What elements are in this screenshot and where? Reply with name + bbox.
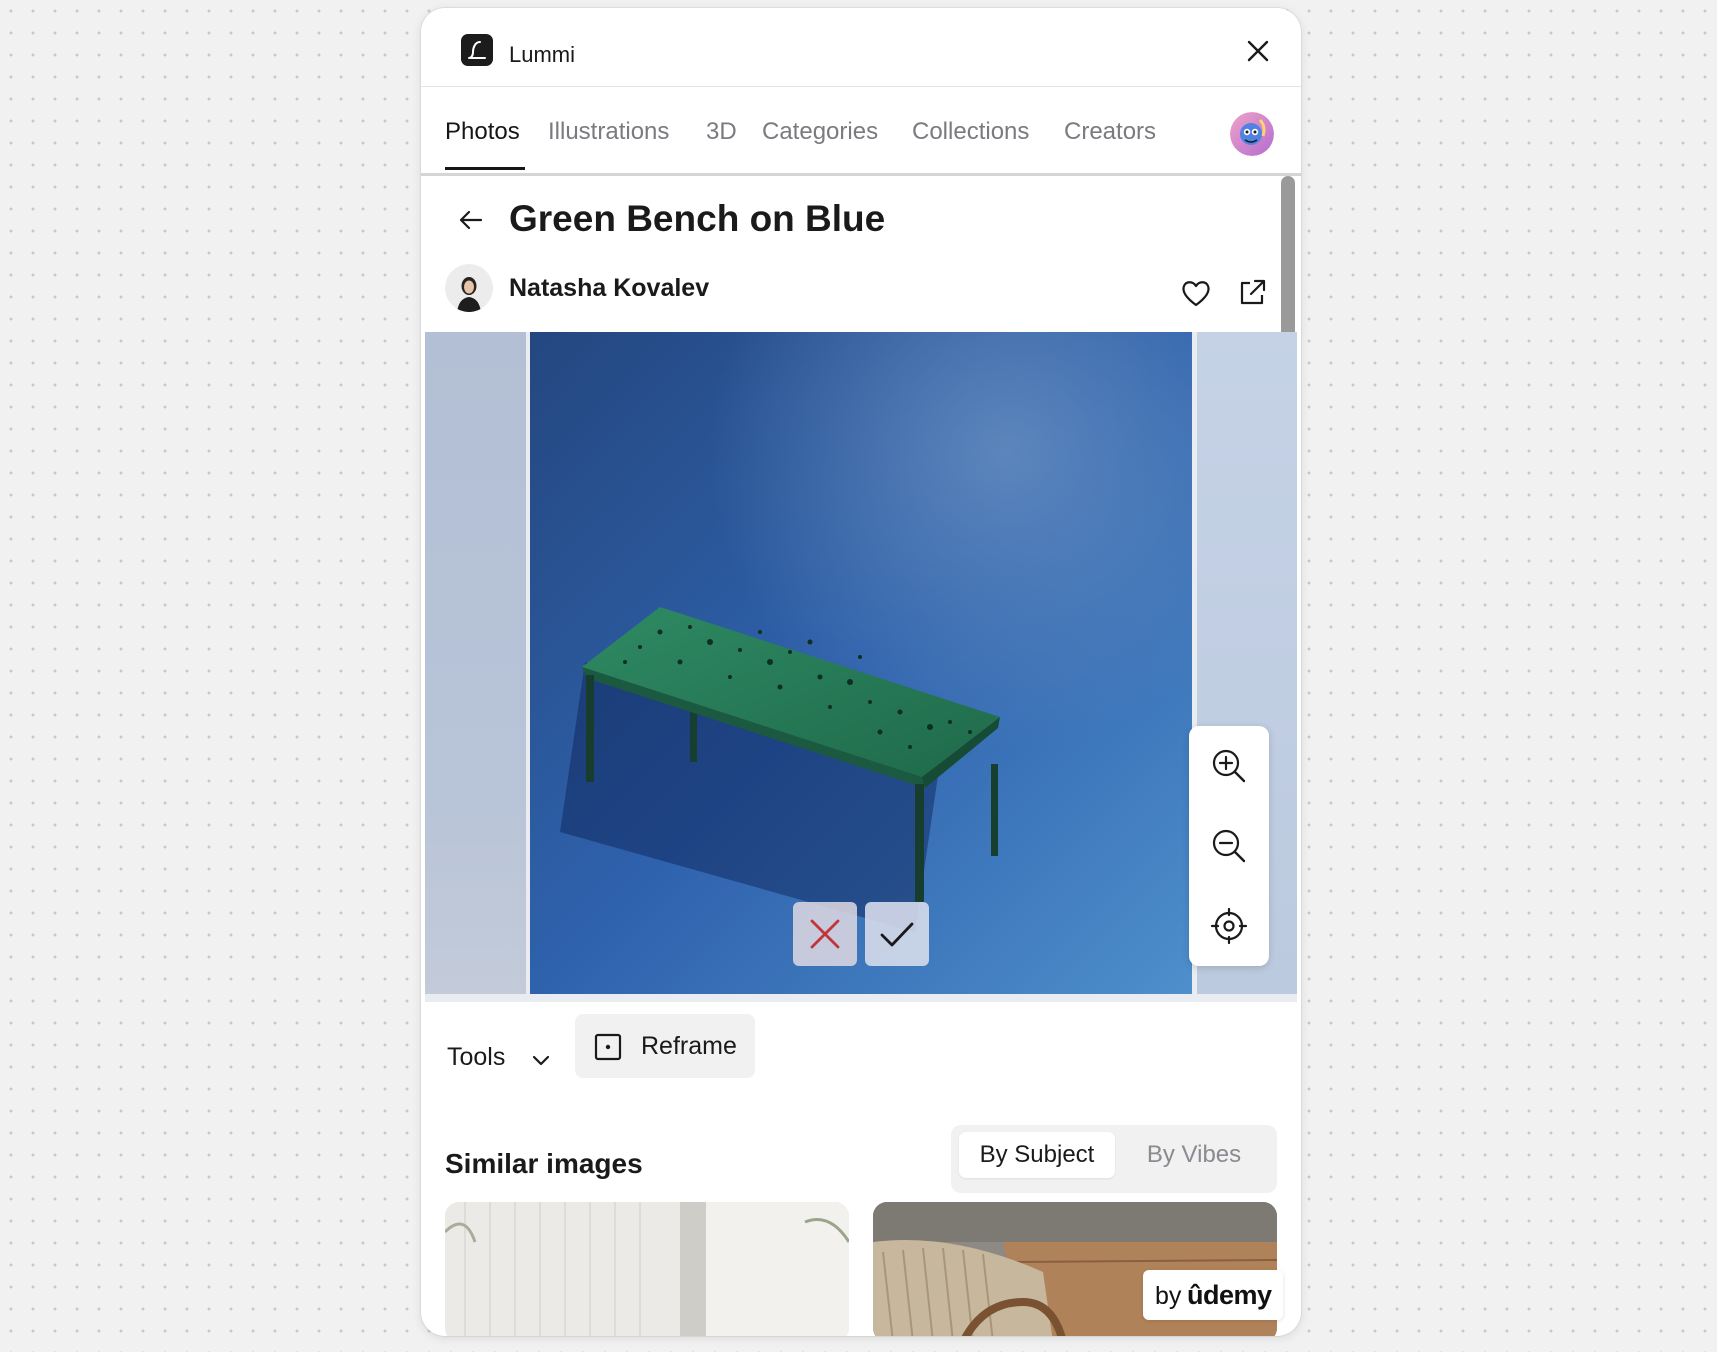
tools-dropdown[interactable]: Tools	[447, 1038, 557, 1078]
x-icon	[810, 919, 840, 949]
active-tab-indicator	[445, 167, 525, 170]
photo-image[interactable]	[530, 332, 1192, 994]
frame-icon	[594, 1033, 622, 1061]
zoom-out-button[interactable]	[1207, 824, 1251, 868]
close-button[interactable]	[1241, 34, 1275, 68]
filter-by-subject[interactable]: By Subject	[959, 1132, 1115, 1178]
back-button[interactable]	[453, 202, 489, 238]
cancel-reframe-button[interactable]	[793, 902, 857, 966]
confirm-reframe-button[interactable]	[865, 902, 929, 966]
external-link-icon	[1240, 279, 1266, 305]
zoom-in-icon	[1212, 749, 1246, 783]
author-avatar[interactable]	[445, 264, 493, 312]
recenter-button[interactable]	[1207, 904, 1251, 948]
heart-icon	[1182, 281, 1210, 307]
reframe-button[interactable]: Reframe	[575, 1014, 755, 1078]
lummi-panel: Lummi Photos Illustrations 3D Categories…	[421, 8, 1301, 1336]
lummi-logo	[461, 34, 493, 66]
filter-by-vibes[interactable]: By Vibes	[1117, 1132, 1271, 1178]
tools-label: Tools	[447, 1043, 506, 1071]
close-icon	[1247, 40, 1269, 62]
similar-images-heading: Similar images	[445, 1148, 643, 1179]
badge-by-text: by	[1155, 1282, 1182, 1310]
app-title: Lummi	[509, 42, 576, 67]
reframe-overlay-left	[425, 332, 526, 994]
arrow-left-icon	[459, 210, 483, 230]
tab-photos[interactable]: Photos	[445, 118, 520, 146]
main-nav-tabs: Photos Illustrations 3D Categories Colle…	[421, 87, 1301, 176]
open-external-button[interactable]	[1236, 276, 1268, 308]
zoom-controls	[1189, 726, 1269, 966]
image-viewer[interactable]	[425, 332, 1297, 1002]
zoom-out-icon	[1212, 829, 1246, 863]
user-avatar[interactable]	[1230, 112, 1274, 156]
photo-title: Green Bench on Blue	[509, 198, 886, 239]
tab-illustrations[interactable]: Illustrations	[548, 118, 669, 146]
tab-3d[interactable]: 3D	[706, 118, 737, 146]
udemy-badge[interactable]: by ûdemy	[1143, 1270, 1283, 1320]
crosshair-icon	[1210, 907, 1248, 945]
title-bar: Lummi	[421, 8, 1301, 87]
similar-filter-toggle: By Subject By Vibes	[951, 1125, 1277, 1193]
similar-image-thumbnail[interactable]	[445, 1202, 849, 1336]
zoom-in-button[interactable]	[1207, 744, 1251, 788]
tab-creators[interactable]: Creators	[1064, 118, 1156, 146]
like-button[interactable]	[1179, 276, 1213, 310]
tab-categories[interactable]: Categories	[762, 118, 878, 146]
udemy-logo: ûdemy	[1187, 1280, 1272, 1310]
check-icon	[880, 922, 914, 947]
tab-collections[interactable]: Collections	[912, 118, 1029, 146]
author-name[interactable]: Natasha Kovalev	[509, 274, 709, 303]
chevron-down-icon	[532, 1055, 550, 1066]
reframe-label: Reframe	[641, 1032, 737, 1060]
